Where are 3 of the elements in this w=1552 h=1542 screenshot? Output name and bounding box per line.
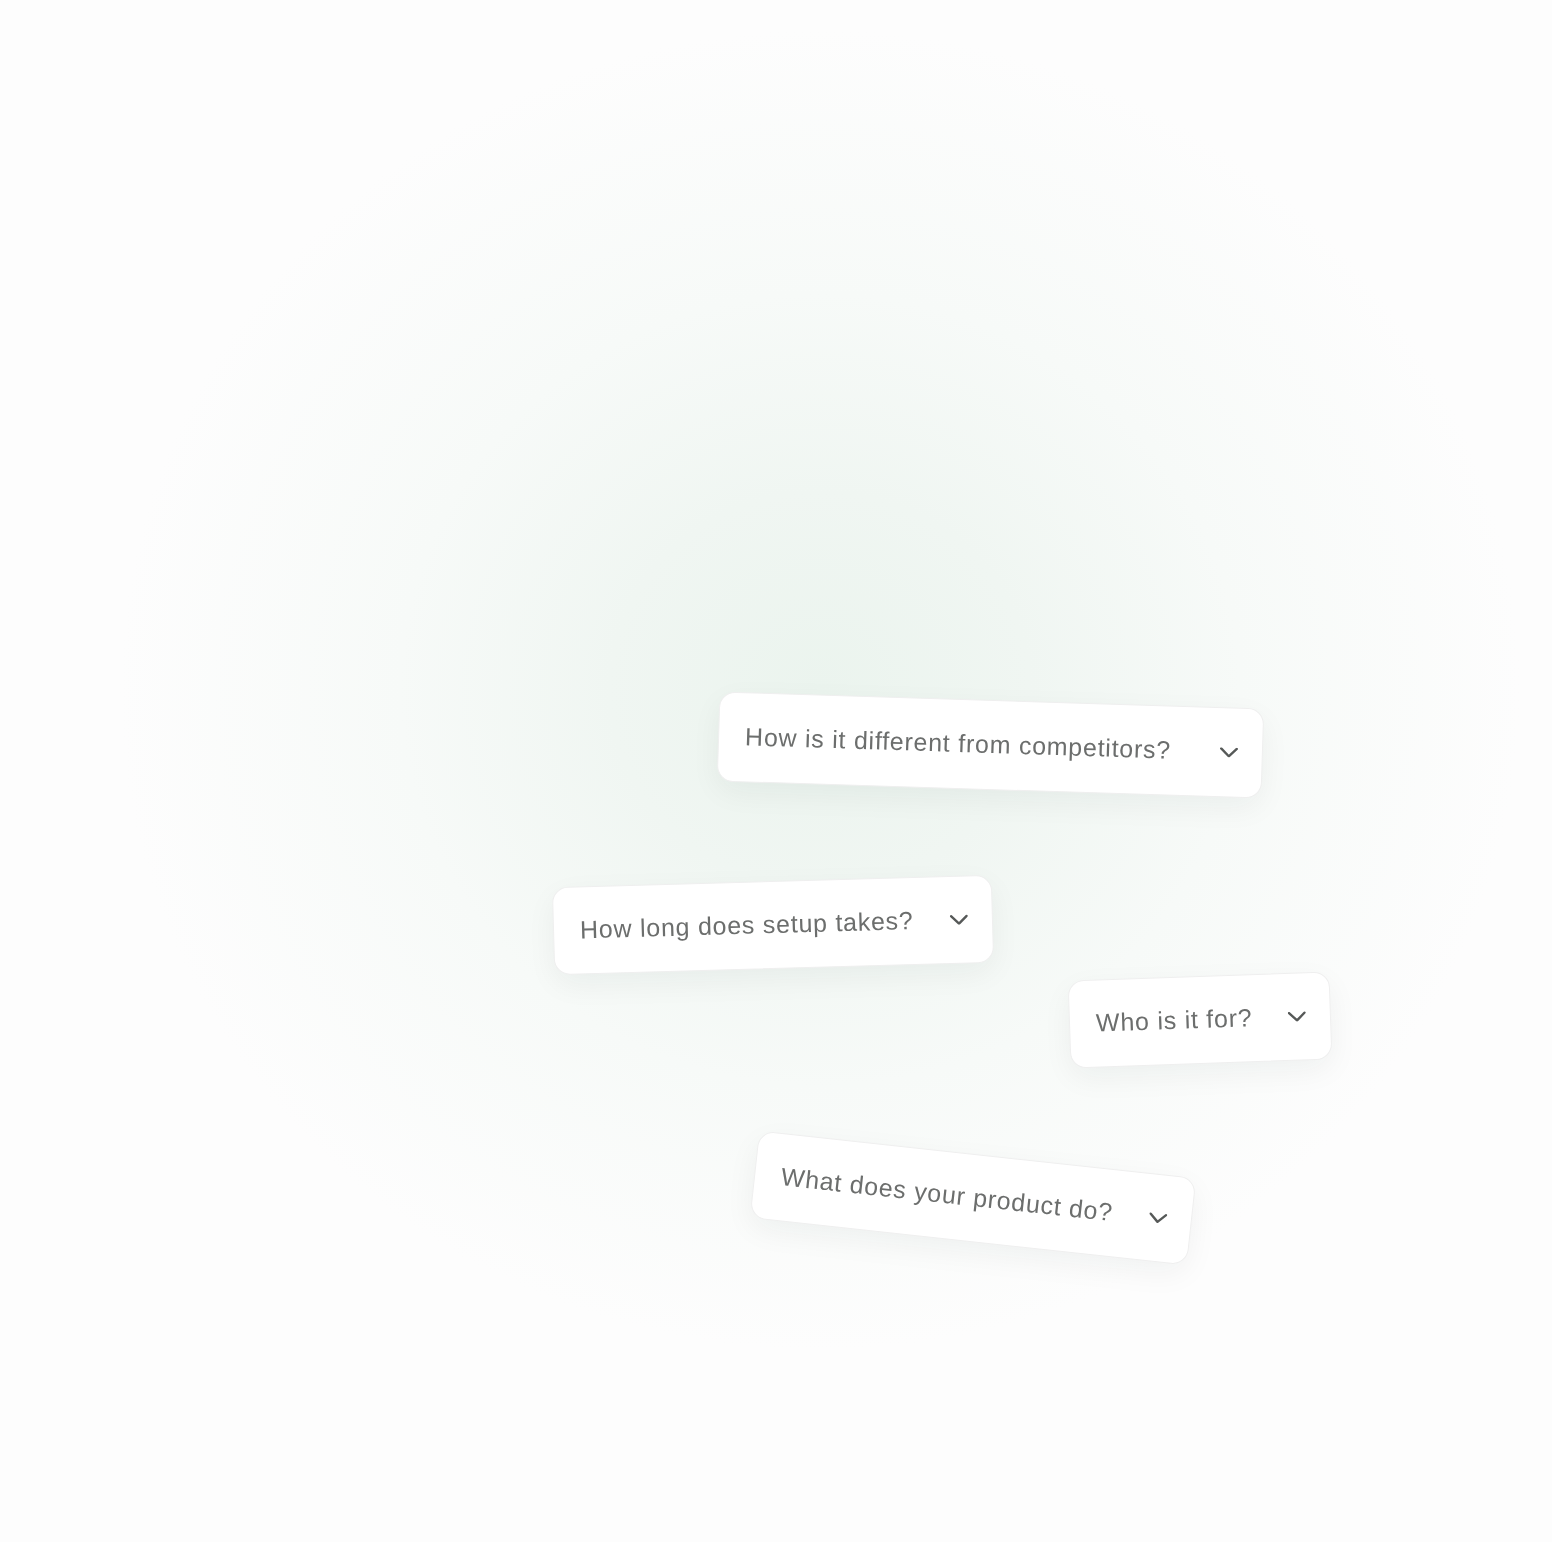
faq-item[interactable]: How is it different from competitors? (716, 691, 1265, 799)
faq-item[interactable]: How long does setup takes? (551, 874, 995, 976)
faq-item[interactable]: Who is it for? (1067, 971, 1333, 1069)
